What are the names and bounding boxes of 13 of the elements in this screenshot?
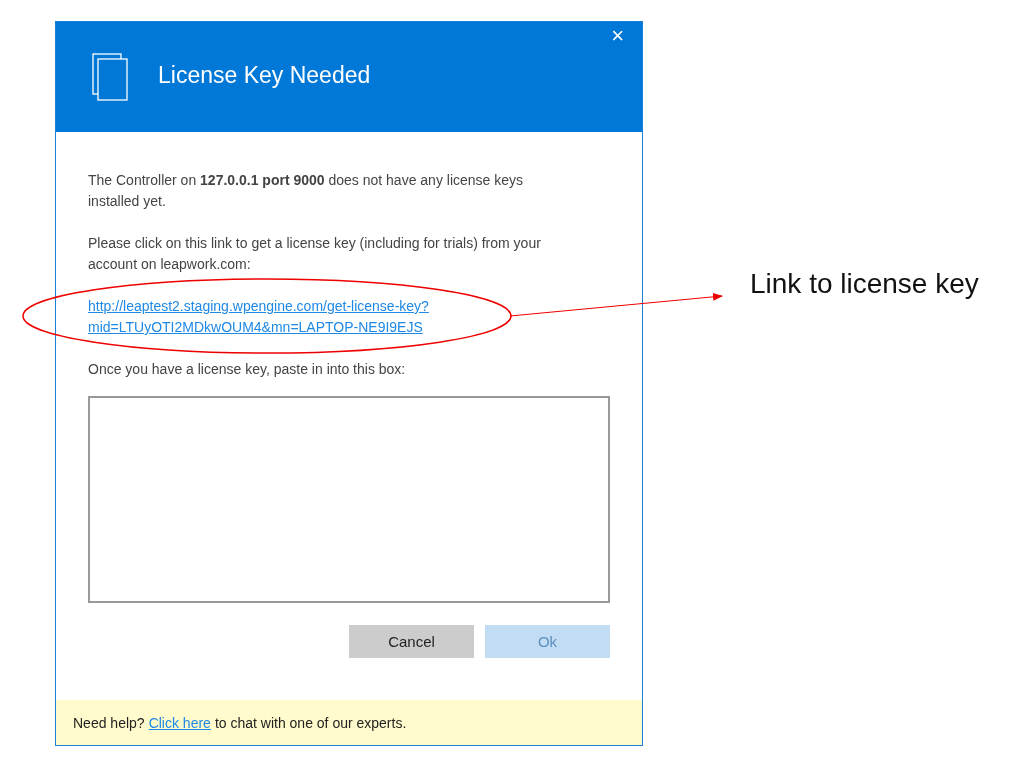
dialog-title: License Key Needed: [158, 61, 371, 89]
documents-icon: [92, 53, 128, 101]
cancel-button[interactable]: Cancel: [349, 625, 474, 658]
help-text: to chat with one of our experts.: [214, 714, 407, 731]
instruction-text: Please click on this link to get a license key (including for trials) from your account on leapwork.com:: [88, 234, 542, 274]
status-message: The Controller on 127.0.0.1 port 9000 does not have any license keys installed yet.: [88, 171, 525, 211]
annotation-label: Link to license key: [750, 268, 979, 301]
help-text: Need help?: [73, 714, 145, 731]
chat-link[interactable]: Click here: [148, 714, 211, 731]
license-key-link[interactable]: http://leaptest2.staging.wpengine.com/get-license-key? mid=LTUyOTI2MDkwOUM4&mn=LAPTOP-NE9I9EJS: [88, 296, 429, 338]
paste-label: Once you have a license key, paste in into this box:: [88, 360, 407, 379]
close-button[interactable]: ×: [607, 23, 628, 49]
license-key-field[interactable]: [88, 396, 610, 603]
